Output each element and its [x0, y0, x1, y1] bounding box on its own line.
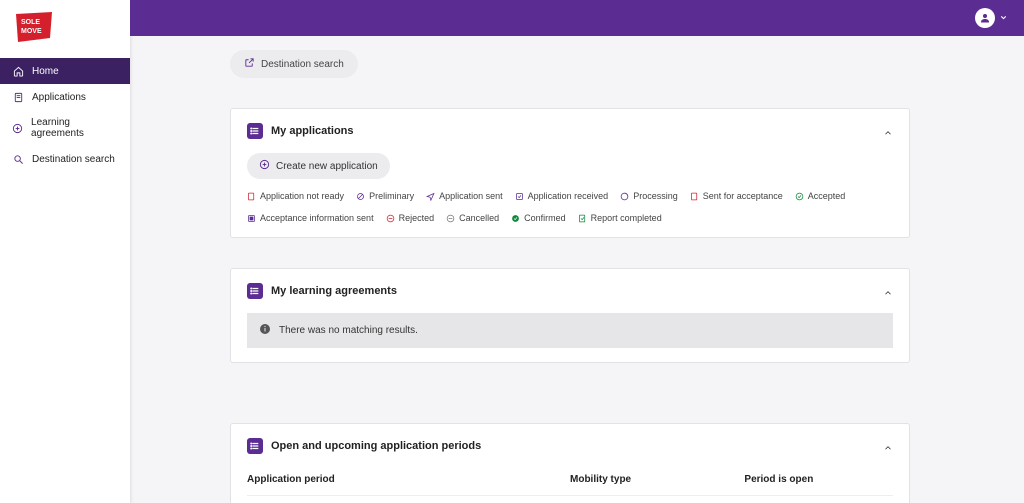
legend-item: Rejected: [386, 213, 435, 223]
sidebar: SOLE MOVE Home Applications Learning agre…: [0, 0, 130, 503]
application-periods-card: Open and upcoming application periods Ap…: [230, 423, 910, 503]
home-icon: [12, 65, 24, 77]
chevron-down-icon: [999, 9, 1008, 27]
nav-learning-agreements[interactable]: Learning agreements: [0, 110, 130, 146]
empty-message-bar: There was no matching results.: [247, 313, 893, 348]
status-legend: Application not ready Preliminary Applic…: [247, 191, 893, 223]
logo: SOLE MOVE: [14, 12, 54, 44]
main-content: Destination search My applications Creat…: [130, 36, 1024, 503]
legend-item: Application received: [515, 191, 609, 201]
legend-item: Acceptance information sent: [247, 213, 374, 223]
chevron-up-icon: [883, 125, 893, 143]
legend-item: Application sent: [426, 191, 503, 201]
legend-item: Cancelled: [446, 213, 499, 223]
legend-item: Application not ready: [247, 191, 344, 201]
plus-circle-icon: [12, 122, 23, 134]
chevron-up-icon: [883, 440, 893, 458]
application-periods-title: Open and upcoming application periods: [271, 440, 481, 452]
legend-item: Accepted: [795, 191, 846, 201]
destination-search-button[interactable]: Destination search: [230, 50, 358, 78]
svg-text:SOLE: SOLE: [21, 19, 40, 26]
my-applications-card: My applications Create new application A…: [230, 108, 910, 238]
create-application-button[interactable]: Create new application: [247, 153, 390, 179]
nav-destination-search[interactable]: Destination search: [0, 146, 130, 172]
nav-home[interactable]: Home: [0, 58, 130, 84]
chevron-up-icon: [883, 285, 893, 303]
legend-item: Report completed: [578, 213, 662, 223]
document-icon: [12, 91, 24, 103]
col-mobility-type: Mobility type: [570, 466, 744, 496]
list-icon: [247, 283, 263, 299]
nav-destination-search-label: Destination search: [32, 154, 115, 165]
application-periods-header[interactable]: Open and upcoming application periods: [247, 438, 893, 454]
col-period-open: Period is open: [744, 466, 893, 496]
table-row[interactable]: Test-application-bilateral-06-24 S - Stu…: [247, 496, 893, 503]
my-applications-header[interactable]: My applications: [247, 123, 893, 139]
legend-item: Sent for acceptance: [690, 191, 783, 201]
nav-applications-label: Applications: [32, 92, 86, 103]
legend-item: Confirmed: [511, 213, 566, 223]
nav-home-label: Home: [32, 66, 59, 77]
topbar: [130, 0, 1024, 36]
nav-learning-agreements-label: Learning agreements: [31, 117, 118, 139]
legend-item: Preliminary: [356, 191, 414, 201]
list-icon: [247, 123, 263, 139]
col-application-period: Application period: [247, 466, 570, 496]
my-applications-title: My applications: [271, 125, 354, 137]
learning-agreements-header[interactable]: My learning agreements: [247, 283, 893, 299]
user-icon: [975, 8, 995, 28]
search-icon: [12, 153, 24, 165]
user-menu[interactable]: [975, 8, 1008, 28]
info-icon: [259, 323, 271, 338]
learning-agreements-title: My learning agreements: [271, 285, 397, 297]
legend-item: Processing: [620, 191, 678, 201]
empty-message-text: There was no matching results.: [279, 325, 418, 336]
learning-agreements-card: My learning agreements There was no matc…: [230, 268, 910, 363]
periods-table: Application period Mobility type Period …: [247, 466, 893, 503]
destination-search-label: Destination search: [261, 59, 344, 70]
create-application-label: Create new application: [276, 161, 378, 172]
plus-circle-icon: [259, 159, 270, 173]
external-link-icon: [244, 57, 255, 71]
svg-text:MOVE: MOVE: [21, 28, 42, 35]
nav-applications[interactable]: Applications: [0, 84, 130, 110]
list-icon: [247, 438, 263, 454]
